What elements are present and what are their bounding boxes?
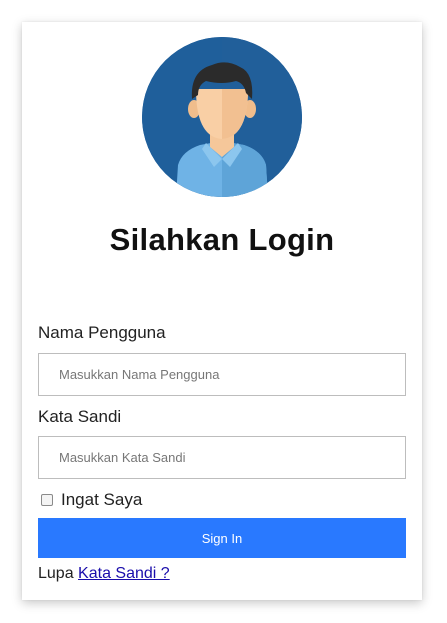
signin-button[interactable]: Sign In — [38, 518, 406, 558]
remember-me-checkbox[interactable] — [41, 494, 53, 506]
user-avatar-icon — [142, 37, 302, 197]
page-title: Silahkan Login — [109, 222, 335, 257]
password-input[interactable] — [38, 436, 406, 479]
username-input[interactable] — [38, 353, 406, 396]
password-label: Kata Sandi — [38, 407, 122, 426]
login-card: Silahkan Login Nama Pengguna Kata Sandi … — [22, 22, 422, 600]
forgot-password: Lupa Kata Sandi ? — [38, 565, 170, 583]
username-label: Nama Pengguna — [38, 323, 166, 342]
remember-me: Ingat Saya — [38, 490, 142, 510]
remember-me-label[interactable]: Ingat Saya — [61, 490, 142, 510]
forgot-password-link[interactable]: Kata Sandi ? — [78, 565, 170, 582]
forgot-prefix: Lupa — [38, 565, 74, 582]
